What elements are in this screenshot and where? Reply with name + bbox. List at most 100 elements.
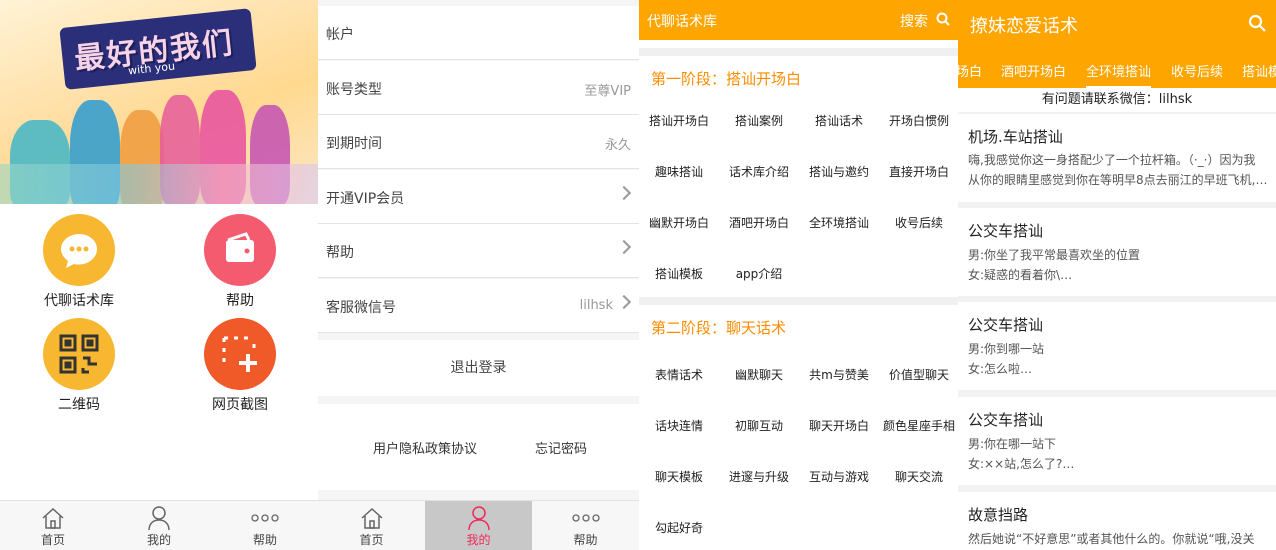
chevron-right-icon [616, 294, 632, 310]
item-line: 女:××站,怎么了?… [968, 457, 1075, 471]
category-cell[interactable]: 搭讪案例 [719, 96, 799, 146]
search-icon[interactable] [1248, 14, 1266, 36]
chat-bubble-icon [43, 214, 115, 286]
category-cell[interactable]: 搭讪话术 [799, 96, 879, 146]
search-icon[interactable] [936, 11, 950, 30]
grid-label: 网页截图 [212, 397, 268, 413]
list-item[interactable]: 公交车搭讪 男:你坐了我平常最喜欢坐的位置 女:疑惑的看着你\… [958, 208, 1276, 296]
row-account-type: 账号类型 至尊VIP [318, 61, 639, 115]
category-cell[interactable]: 进邃与升级 [719, 452, 799, 502]
tab-category[interactable]: 酒吧开场白 [1001, 61, 1066, 80]
category-cell[interactable]: 幽默聊天 [719, 350, 799, 400]
row-open-vip[interactable]: 开通VIP会员 [318, 170, 639, 224]
category-cell[interactable]: 互动与游戏 [799, 452, 879, 502]
category-cell[interactable]: 搭讪与邀约 [799, 147, 879, 197]
wallet-icon [204, 214, 276, 286]
category-cell[interactable]: 话块连情 [639, 401, 719, 451]
category-cell[interactable]: 勾起好奇 [639, 503, 719, 550]
scripts-screen: 撩妹恋爱话术 场白 酒吧开场白 全环境搭讪 收号后续 搭讪模 有问题请联系微信：… [958, 0, 1276, 550]
category-cell[interactable]: 聊天交流 [879, 452, 958, 502]
tab-category[interactable]: 场白 [958, 61, 982, 80]
chevron-right-icon [616, 239, 632, 255]
item-line: 女:疑惑的看着你\… [968, 268, 1073, 282]
category-tabs: 场白 酒吧开场白 全环境搭讪 收号后续 搭讪模 [958, 50, 1276, 88]
category-cell[interactable]: 初聊互动 [719, 401, 799, 451]
grid-item-qrcode[interactable]: 二维码 [9, 318, 149, 418]
tab-help[interactable]: 帮助 [532, 501, 639, 550]
row-key: 账号类型 [326, 82, 382, 98]
list-item[interactable]: 故意挡路 然后她说“不好意思”或者其他什么的。你就说“哦,没关 [958, 492, 1276, 550]
category-cell[interactable]: 聊天开场白 [799, 401, 879, 451]
tab-label: 帮助 [252, 533, 277, 547]
category-cell[interactable]: 搭讪模板 [639, 249, 719, 299]
page-title: 代聊话术库 [647, 14, 717, 30]
row-service-wechat[interactable]: 客服微信号 lilhsk [318, 279, 639, 333]
row-value: 至尊VIP [584, 84, 631, 99]
tab-label: 我的 [146, 533, 171, 547]
category-cell[interactable]: app介绍 [719, 249, 799, 299]
row-key: 开通VIP会员 [326, 191, 405, 207]
category-cell[interactable]: 共m与赞美 [799, 350, 879, 400]
row-help[interactable]: 帮助 [318, 224, 639, 278]
item-line: 女:怎么啦… [968, 362, 1033, 376]
category-cell[interactable]: 颜色星座手相 [879, 401, 958, 451]
footer-links: 用户隐私政策协议 忘记密码 [318, 404, 639, 490]
row-value: 永久 [604, 138, 631, 153]
chevron-right-icon [616, 185, 632, 201]
tab-mine[interactable]: 我的 [425, 501, 532, 550]
category-cell[interactable]: 价值型聊天 [879, 350, 958, 400]
logout-button[interactable]: 退出登录 [318, 340, 639, 396]
grid-item-help[interactable]: 帮助 [170, 214, 310, 314]
category-cell[interactable]: 酒吧开场白 [719, 198, 799, 248]
tab-category-active[interactable]: 全环境搭讪 [1086, 61, 1152, 88]
grid-item-web-screenshot[interactable]: 网页截图 [170, 318, 310, 418]
item-line: 然后她说“不好意思”或者其他什么的。你就说“哦,没关 [968, 532, 1255, 546]
row-key: 帐户 [326, 27, 354, 43]
item-line: 从你的眼睛里感觉到你在等明早8点去丽江的早班飞机,… [968, 173, 1268, 187]
item-line: 男:你坐了我平常最喜欢坐的位置 [968, 248, 1141, 262]
section-title-1: 第一阶段：搭讪开场白 [639, 48, 958, 92]
banner-image[interactable]: 最好的我们 with you [0, 0, 318, 204]
qrcode-icon [43, 318, 115, 390]
category-cell[interactable]: 收号后续 [879, 198, 958, 248]
row-account: 帐户 [318, 6, 639, 60]
tab-category[interactable]: 搭讪模 [1242, 61, 1276, 80]
tab-mine[interactable]: 我的 [106, 501, 212, 550]
category-cell[interactable]: 开场白惯例 [879, 96, 958, 146]
contact-notice: 有问题请联系微信：lilhsk [958, 88, 1276, 112]
section-label: 第二阶段：聊天话术 [651, 319, 787, 337]
home-icon [42, 507, 64, 529]
forgot-password-link[interactable]: 忘记密码 [535, 438, 587, 457]
row-value: lilhsk [579, 298, 613, 313]
grid-item-chat-library[interactable]: 代聊话术库 [9, 214, 149, 314]
user-icon [467, 506, 490, 531]
more-dots-icon [571, 514, 600, 522]
home-icon [360, 507, 383, 529]
bottom-tab-bar: 首页 我的 帮助 [318, 500, 639, 550]
item-title: 故意挡路 [968, 506, 1029, 524]
grid-label: 二维码 [58, 397, 100, 413]
category-cell[interactable]: 幽默开场白 [639, 198, 719, 248]
list-item[interactable]: 机场.车站搭讪 嗨,我感觉你这一身搭配少了一个拉杆箱。（·_·）因为我 从你的眼… [958, 114, 1276, 202]
category-cell[interactable]: 直接开场白 [879, 147, 958, 197]
list-item[interactable]: 公交车搭讪 男:你到哪一站 女:怎么啦… [958, 302, 1276, 390]
category-cell[interactable]: 聊天模板 [639, 452, 719, 502]
row-key: 帮助 [326, 245, 354, 261]
tab-category[interactable]: 收号后续 [1171, 61, 1223, 80]
privacy-policy-link[interactable]: 用户隐私政策协议 [373, 438, 477, 457]
tab-home[interactable]: 首页 [0, 501, 106, 550]
section-title-2: 第二阶段：聊天话术 [639, 297, 958, 341]
search-button[interactable]: 搜索 [900, 11, 928, 31]
item-title: 公交车搭讪 [968, 222, 1044, 240]
tab-home[interactable]: 首页 [318, 501, 425, 550]
category-cell[interactable]: 全环境搭讪 [799, 198, 879, 248]
category-cell[interactable]: 搭讪开场白 [639, 96, 719, 146]
list-item[interactable]: 公交车搭讪 男:你在哪一站下 女:××站,怎么了?… [958, 397, 1276, 485]
category-cell[interactable]: 趣味搭讪 [639, 147, 719, 197]
category-cell[interactable]: 话术库介绍 [719, 147, 799, 197]
tab-label: 我的 [466, 533, 491, 547]
chat-library-screen: 代聊话术库 搜索 第一阶段：搭讪开场白 搭讪开场白 搭讪案例 搭讪话术 开场白惯例趣味… [639, 0, 958, 550]
category-cell[interactable]: 表情话术 [639, 350, 719, 400]
item-line: 男:你在哪一站下 [968, 437, 1057, 451]
tab-help[interactable]: 帮助 [212, 501, 318, 550]
